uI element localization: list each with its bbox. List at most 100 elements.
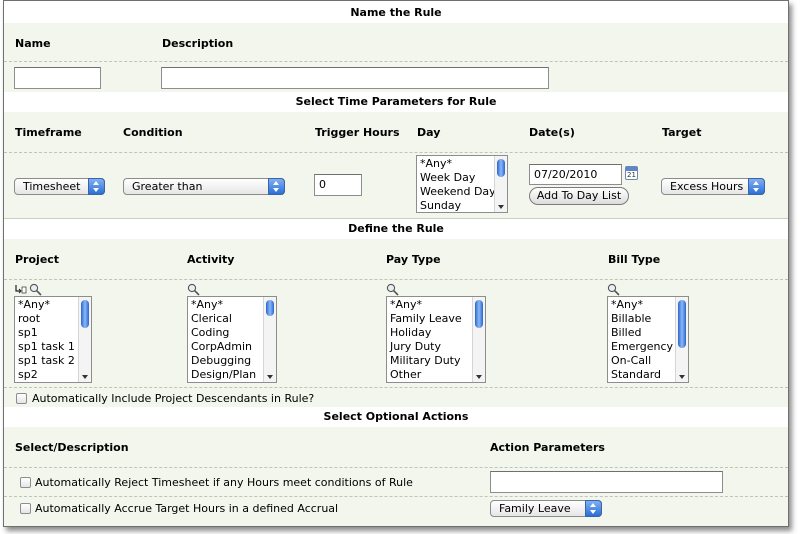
list-option[interactable]: Weekend Day [420,185,496,199]
list-option[interactable]: Billed [611,326,672,340]
name-input[interactable] [14,67,101,89]
bill-type-header: Bill Type [608,253,661,266]
calendar-icon[interactable]: 21 [625,166,638,180]
pay-type-scrollbar[interactable] [472,297,485,382]
day-listbox[interactable]: *Any* Week Day Weekend Day Sunday [416,155,508,213]
pay-type-listbox[interactable]: *Any* Family Leave Holiday Jury Duty Militar… [386,296,486,383]
list-option[interactable]: Other [390,368,469,382]
add-to-day-list-button[interactable]: Add To Day List [529,187,629,205]
timeframe-value: Timesheet [23,180,81,193]
list-option[interactable]: sp1 task 1 [18,340,75,354]
list-option[interactable]: Military Duty [390,354,469,368]
scroll-thumb[interactable] [678,300,686,348]
bill-type-listbox[interactable]: *Any* Billable Billed Emergency On-Call Stand… [607,296,689,383]
list-option[interactable]: Clerical [191,312,260,326]
target-header: Target [662,126,702,139]
list-option[interactable]: Family Leave [390,312,469,326]
timeframe-header: Timeframe [15,126,82,139]
include-descendants-label: Automatically Include Project Descendant… [32,392,315,405]
scroll-down-icon[interactable] [498,205,504,209]
project-header: Project [15,253,60,266]
scroll-thumb[interactable] [497,159,505,177]
trigger-hours-header: Trigger Hours [315,126,400,139]
condition-select[interactable]: Greater than [123,178,285,195]
activity-scrollbar[interactable] [263,297,276,382]
accrue-hours-checkbox[interactable] [20,503,31,514]
accrual-value: Family Leave [499,502,571,515]
list-option[interactable]: sp2 [18,368,75,382]
search-icon[interactable] [29,283,43,296]
divider [4,279,788,280]
project-options: *Any* root sp1 sp1 task 1 sp1 task 2 sp2 [18,298,75,382]
list-option[interactable]: Debugging [191,354,260,368]
list-option[interactable]: *Any* [390,298,469,312]
list-option[interactable]: On-Call [611,354,672,368]
list-option[interactable]: sp1 task 2 [18,354,75,368]
divider [4,496,788,497]
pay-type-header: Pay Type [386,253,441,266]
description-input[interactable] [161,67,549,89]
project-listbox[interactable]: *Any* root sp1 sp1 task 1 sp1 task 2 sp2 [14,296,92,383]
reject-param-input[interactable] [490,471,723,493]
search-icon[interactable] [386,283,400,296]
list-option[interactable]: *Any* [191,298,260,312]
list-option[interactable]: sp1 [18,326,75,340]
target-value: Excess Hours [670,180,744,193]
scroll-thumb[interactable] [81,300,89,328]
chevron-updown-icon [585,500,602,517]
project-scrollbar[interactable] [78,297,91,382]
scroll-thumb[interactable] [475,300,483,328]
reject-timesheet-checkbox[interactable] [20,477,31,488]
divider [4,387,788,388]
scroll-down-icon[interactable] [267,375,273,379]
search-icon[interactable] [187,283,201,296]
list-option[interactable]: CorpAdmin [191,340,260,354]
list-option[interactable]: *Any* [611,298,672,312]
calendar-icon-day: 21 [627,171,636,179]
chevron-updown-icon [268,178,285,195]
divider [4,152,788,153]
section-title-name-rule: Name the Rule [4,3,788,23]
day-scrollbar[interactable] [494,156,507,212]
list-option[interactable]: *Any* [420,157,491,171]
section-title-define-rule: Define the Rule [4,219,788,239]
list-option[interactable]: Jury Duty [390,340,469,354]
condition-header: Condition [123,126,183,139]
dates-header: Date(s) [529,126,575,139]
scroll-down-icon[interactable] [82,375,88,379]
select-description-header: Select/Description [15,441,129,454]
list-option[interactable]: Holiday [390,326,469,340]
list-option[interactable]: *Any* [18,298,75,312]
activity-options: *Any* Clerical Coding CorpAdmin Debugging Des… [191,298,260,382]
target-select[interactable]: Excess Hours [661,178,765,195]
description-label: Description [162,37,234,50]
list-option[interactable]: Emergency [611,340,673,354]
scroll-down-icon[interactable] [476,375,482,379]
bill-type-scrollbar[interactable] [675,297,688,382]
trigger-hours-input[interactable]: 0 [314,174,362,196]
action-parameters-header: Action Parameters [490,441,605,454]
list-option[interactable]: Standard [611,368,672,382]
timeframe-select[interactable]: Timesheet [14,178,105,195]
list-option[interactable]: Design/Plan [191,368,260,382]
activity-header: Activity [187,253,235,266]
list-option[interactable]: Week Day [420,171,491,185]
list-option[interactable]: Coding [191,326,260,340]
scroll-thumb[interactable] [266,300,274,316]
divider [4,61,788,62]
condition-value: Greater than [132,180,203,193]
list-option[interactable]: root [18,312,75,326]
reject-timesheet-label: Automatically Reject Timesheet if any Ho… [35,476,413,489]
list-option[interactable]: Billable [611,312,672,326]
scroll-down-icon[interactable] [679,375,685,379]
day-options: *Any* Week Day Weekend Day Sunday [420,157,496,212]
date-input[interactable]: 07/20/2010 [529,164,622,185]
accrual-select[interactable]: Family Leave [490,500,602,517]
list-option[interactable]: Sunday [420,199,491,212]
activity-listbox[interactable]: *Any* Clerical Coding CorpAdmin Debugging Des… [187,296,277,383]
include-descendants-checkbox[interactable] [16,393,27,404]
tree-select-icon[interactable] [14,284,27,295]
accrue-hours-label: Automatically Accrue Target Hours in a d… [35,502,339,515]
search-icon[interactable] [607,283,621,296]
section-title-time-params: Select Time Parameters for Rule [4,92,788,112]
